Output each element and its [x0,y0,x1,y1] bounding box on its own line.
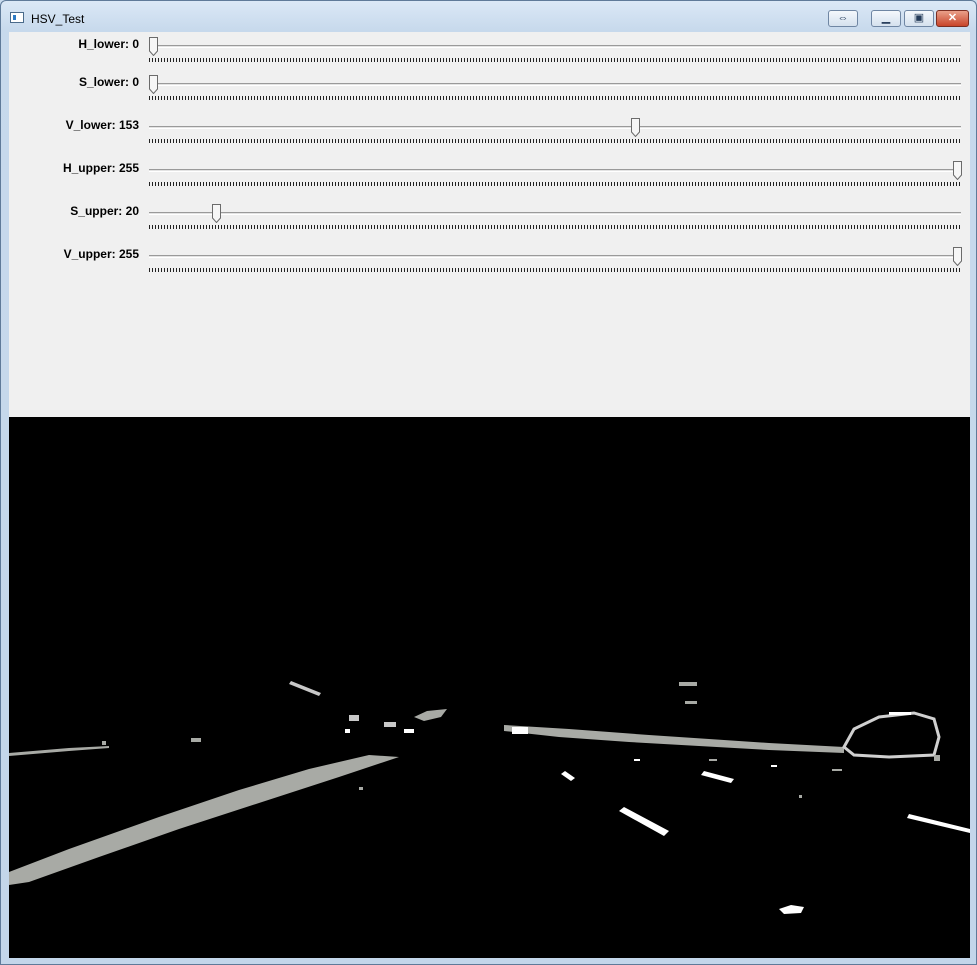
slider-ticks [149,268,961,272]
slider-ticks [149,58,961,62]
hsv-test-window: HSV_Test ⇔ ▁ ▣ ✕ H_lower: 0 S_lower: 0 V… [0,0,977,965]
close-button[interactable]: ✕ [936,10,969,27]
slider-thumb[interactable] [212,204,222,223]
window-title: HSV_Test [31,12,85,26]
slider-thumb[interactable] [149,37,158,56]
slider-ticks [149,182,961,186]
trackbar-label: S_lower: 0 [78,75,139,89]
maximize-icon: ▣ [913,12,925,24]
slider-track[interactable] [149,212,961,215]
slider-ticks [149,96,961,100]
trackbar-panel: H_lower: 0 S_lower: 0 V_lower: 153 H_upp… [9,32,970,417]
maximize-button[interactable]: ▣ [904,10,934,27]
slider-thumb[interactable] [631,118,641,137]
trackbar-s-lower: S_lower: 0 [9,70,970,113]
app-window-icon [10,12,24,23]
minimize-icon: ▁ [881,12,891,24]
trackbar-v-lower: V_lower: 153 [9,113,970,156]
hsv-mask-image [9,417,970,958]
binary-mask-image [9,681,970,914]
trackbar-label: V_lower: 153 [65,118,139,132]
double-arrow-icon: ⇔ [837,12,849,24]
slider-track[interactable] [149,255,961,258]
slider-thumb[interactable] [953,161,962,180]
trackbar-s-upper: S_upper: 20 [9,199,970,242]
slider-thumb[interactable] [953,247,962,266]
trackbar-label: V_upper: 255 [63,247,139,261]
slider-track[interactable] [149,169,961,172]
minimize-button[interactable]: ▁ [871,10,901,27]
slider-track[interactable] [149,45,961,48]
trackbar-label: S_upper: 20 [70,204,139,218]
trackbar-h-lower: H_lower: 0 [9,32,970,75]
close-icon: ✕ [947,12,958,24]
client-area: H_lower: 0 S_lower: 0 V_lower: 153 H_upp… [9,32,970,958]
slider-ticks [149,225,961,229]
trackbar-label: H_lower: 0 [78,37,139,51]
trackbar-label: H_upper: 255 [62,161,139,175]
restore-arrows-button[interactable]: ⇔ [828,10,858,27]
trackbar-h-upper: H_upper: 255 [9,156,970,199]
slider-thumb[interactable] [149,75,158,94]
title-bar[interactable]: HSV_Test ⇔ ▁ ▣ ✕ [1,1,976,32]
slider-track[interactable] [149,126,961,129]
slider-ticks [149,139,961,143]
trackbar-v-upper: V_upper: 255 [9,242,970,285]
slider-track[interactable] [149,83,961,86]
